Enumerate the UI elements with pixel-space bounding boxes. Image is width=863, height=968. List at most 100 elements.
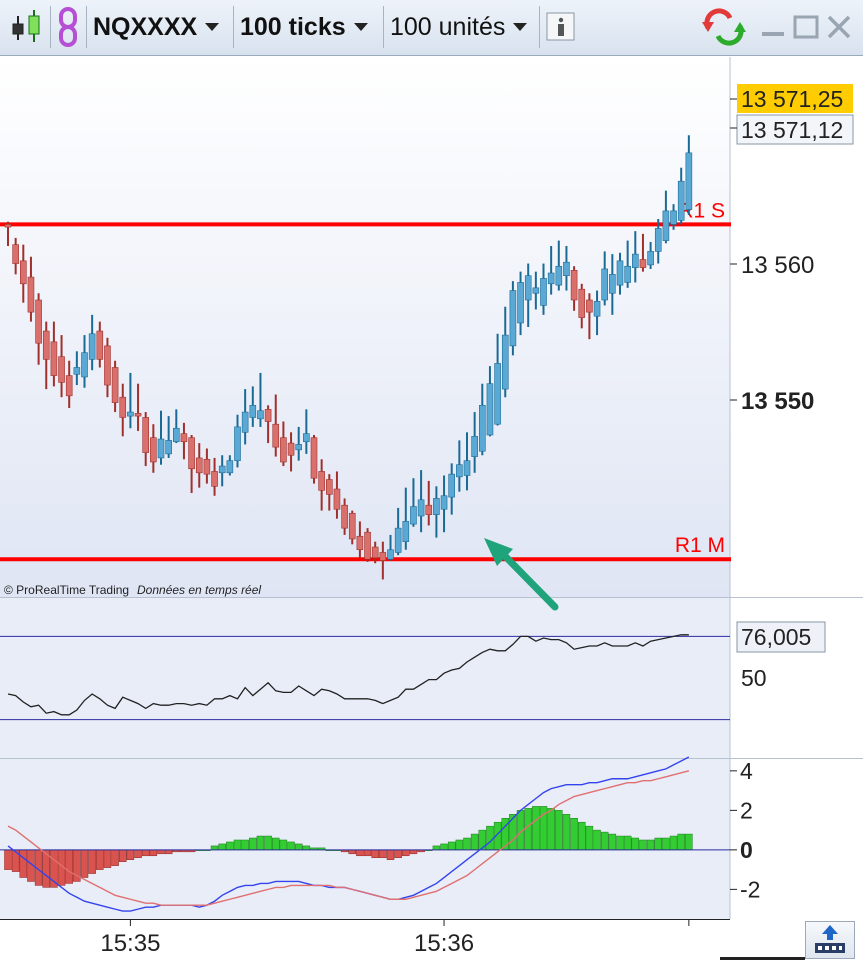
close-icon[interactable] (826, 14, 852, 44)
macd-histogram-bar (371, 849, 379, 859)
macd-histogram-bar (402, 849, 410, 857)
scroll-to-latest-button[interactable] (805, 921, 855, 959)
macd-histogram-bar (470, 833, 479, 851)
price-tick-label: 13 550 (741, 388, 814, 415)
copyright-text: © ProRealTime Trading (4, 583, 129, 597)
macd-histogram-bar (578, 821, 586, 851)
candle-body (295, 444, 303, 451)
candle-body (257, 410, 264, 420)
candle-body (234, 426, 241, 461)
macd-histogram-bar (294, 843, 303, 851)
candle-body (494, 363, 501, 425)
candle-body (440, 495, 448, 510)
candle-body (647, 251, 654, 266)
candle-body (150, 437, 157, 463)
candle-body (364, 531, 371, 560)
candle-body (318, 471, 325, 491)
macd-histogram-bar (455, 839, 464, 851)
units-selector[interactable]: 100 unités (390, 8, 528, 46)
time-axis-ticks: 15:35 15:36 (100, 919, 690, 957)
candle-body (119, 396, 127, 418)
oscillator-tick-label: 50 (741, 665, 767, 691)
candlestick-icon[interactable] (6, 8, 44, 46)
info-icon[interactable] (546, 12, 576, 41)
candle-body (88, 333, 96, 360)
chart-canvas[interactable]: R1 S R1 M © ProRealTime Trading Données e… (0, 57, 863, 963)
macd-histogram-bar (608, 833, 617, 851)
macd-histogram-bar (639, 839, 647, 851)
candle-body (356, 535, 364, 551)
candle-body (73, 367, 81, 375)
candle-body (50, 341, 58, 376)
macd-histogram-bar (646, 839, 655, 851)
candle-body (593, 301, 601, 317)
macd-histogram-bar (432, 845, 441, 851)
candle-body (616, 260, 624, 286)
macd-histogram-bar (241, 839, 249, 851)
link-icon[interactable] (54, 7, 82, 47)
macd-histogram-bar (80, 849, 89, 878)
macd-histogram-bar (264, 835, 272, 851)
candle-body (501, 334, 509, 390)
candle-body (639, 259, 647, 268)
realtime-note: Données en temps réel (137, 583, 261, 597)
chevron-down-icon (353, 23, 368, 31)
macd-histogram-bar (210, 845, 219, 851)
candle-body (624, 265, 631, 283)
candle-body (540, 278, 547, 306)
level-label: R1 S (678, 199, 725, 222)
maximize-icon[interactable] (793, 14, 819, 44)
candle-body (394, 527, 402, 553)
candle-body (348, 512, 356, 540)
candle-body (12, 244, 19, 264)
macd-histogram-bar (654, 837, 662, 851)
candle-body (578, 288, 586, 318)
candle-body (218, 465, 226, 474)
candle-body (127, 411, 134, 417)
macd-histogram-bar (363, 849, 372, 857)
refresh-arrows-icon[interactable] (700, 8, 748, 46)
level-label: R1 M (675, 534, 725, 557)
candle-body (631, 253, 639, 268)
candle-body (310, 437, 318, 479)
bottom-bar (720, 957, 805, 960)
macd-histogram-bar (157, 849, 165, 855)
candle-body (662, 210, 670, 241)
candle-body (586, 299, 593, 313)
candle-body (195, 457, 203, 474)
macd-histogram-bar (555, 810, 563, 851)
candle-body (157, 438, 165, 459)
macd-tick-label: 4 (740, 758, 753, 784)
candle-body (387, 549, 394, 560)
candle-body (417, 499, 425, 517)
macd-histogram-bar (126, 849, 135, 860)
price-panel-bg (0, 57, 730, 597)
macd-axis-ticks: 4 2 0 -2 (730, 758, 760, 902)
minimize-icon[interactable] (760, 14, 786, 44)
symbol-label: NQXXXX (93, 12, 198, 41)
macd-histogram-bar (279, 839, 288, 851)
macd-histogram-bar (379, 849, 387, 859)
candle-body (42, 330, 50, 360)
candle-body (226, 460, 234, 474)
timeframe-selector[interactable]: 100 ticks (240, 8, 368, 46)
oscillator-value-label: 76,005 (741, 624, 811, 650)
price-tick-label: 13 560 (741, 252, 814, 279)
macd-histogram-bar (486, 825, 494, 851)
symbol-selector[interactable]: NQXXXX (93, 8, 220, 46)
macd-histogram-bar (570, 818, 578, 851)
candle-body (677, 180, 685, 221)
macd-histogram-bar (386, 849, 395, 860)
macd-histogram-bar (119, 849, 127, 862)
bid-price-label: 13 571,12 (741, 117, 843, 143)
macd-histogram-bar (447, 841, 456, 851)
candle-body (570, 269, 578, 301)
chart-area[interactable]: R1 S R1 M © ProRealTime Trading Données e… (0, 57, 863, 963)
macd-histogram-bar (478, 829, 487, 851)
macd-tick-label: -2 (740, 876, 760, 902)
macd-histogram-bar (532, 806, 540, 851)
toolbar-separator (50, 6, 51, 48)
candle-body (486, 383, 494, 436)
candle-body (325, 479, 333, 495)
macd-histogram-bar (272, 837, 280, 851)
